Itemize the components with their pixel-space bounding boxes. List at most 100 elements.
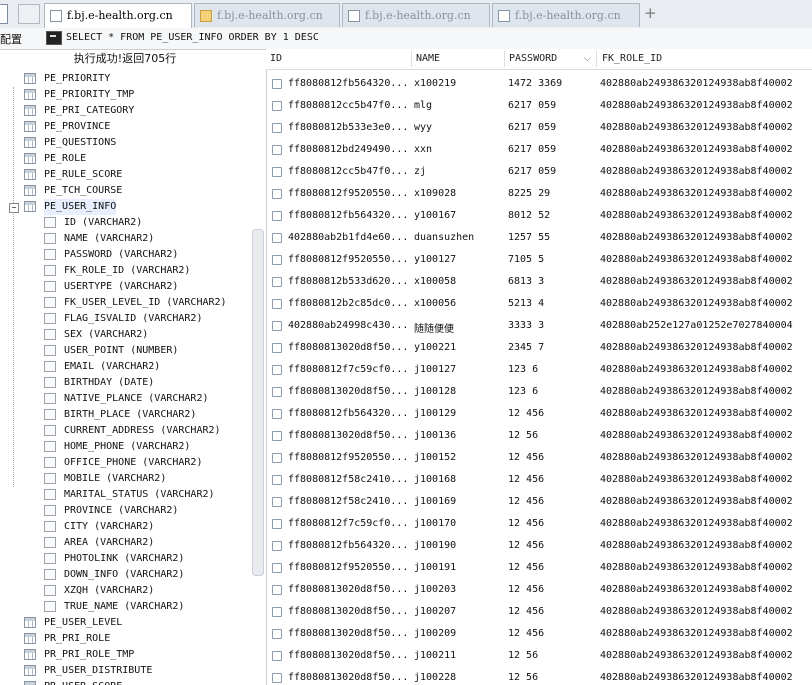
cell-password[interactable]: 123 6	[508, 364, 596, 375]
cell-id[interactable]: ff8080812fb564320...	[288, 210, 413, 221]
cell-id[interactable]: ff8080812cc5b47f0...	[288, 100, 413, 111]
column-header-fk-role-id[interactable]: FK_ROLE_ID	[602, 53, 662, 64]
cell-fk-role-id[interactable]: 402880ab249386320124938ab8f40002	[600, 386, 812, 397]
cell-id[interactable]: ff8080812fb564320...	[288, 540, 413, 551]
cell-name[interactable]: j100128	[414, 386, 504, 397]
row-checkbox[interactable]	[272, 585, 282, 595]
cell-name[interactable]: j100203	[414, 584, 504, 595]
cell-id[interactable]: ff8080812b2c85dc0...	[288, 298, 413, 309]
tab-list-button[interactable]	[18, 4, 40, 24]
cell-fk-role-id[interactable]: 402880ab249386320124938ab8f40002	[600, 518, 812, 529]
cell-id[interactable]: ff8080812f58c2410...	[288, 496, 413, 507]
cell-password[interactable]: 6217 059	[508, 166, 596, 177]
cell-fk-role-id[interactable]: 402880ab249386320124938ab8f40002	[600, 628, 812, 639]
cell-id[interactable]: ff8080812fb564320...	[288, 408, 413, 419]
cell-id[interactable]: ff8080812cc5b47f0...	[288, 166, 413, 177]
row-checkbox[interactable]	[272, 651, 282, 661]
cell-password[interactable]: 12 456	[508, 584, 596, 595]
table-row[interactable]: ff8080812f9520550... y100127 7105 5 402880a…	[266, 249, 812, 271]
cell-password[interactable]: 12 456	[508, 496, 596, 507]
cell-password[interactable]: 12 456	[508, 628, 596, 639]
cell-id[interactable]: 402880ab2b1fd4e60...	[288, 232, 413, 243]
row-checkbox[interactable]	[272, 211, 282, 221]
cell-fk-role-id[interactable]: 402880ab249386320124938ab8f40002	[600, 364, 812, 375]
cell-id[interactable]: ff8080812f7c59cf0...	[288, 518, 413, 529]
cell-fk-role-id[interactable]: 402880ab252e127a01252e7027840004	[600, 320, 812, 331]
table-row[interactable]: ff8080812fb564320... y100167 8012 52 402880…	[266, 205, 812, 227]
cell-id[interactable]: ff8080812f9520550...	[288, 562, 413, 573]
config-menu[interactable]: 配置	[0, 31, 22, 47]
row-checkbox[interactable]	[272, 541, 282, 551]
table-row[interactable]: ff8080813020d8f50... j100209 12 456 402880a…	[266, 623, 812, 645]
row-checkbox[interactable]	[272, 387, 282, 397]
cell-name[interactable]: y100167	[414, 210, 504, 221]
cell-fk-role-id[interactable]: 402880ab249386320124938ab8f40002	[600, 276, 812, 287]
cell-id[interactable]: ff8080812f9520550...	[288, 188, 413, 199]
cell-fk-role-id[interactable]: 402880ab249386320124938ab8f40002	[600, 408, 812, 419]
cell-password[interactable]: 5213 4	[508, 298, 596, 309]
cell-name[interactable]: j100209	[414, 628, 504, 639]
cell-fk-role-id[interactable]: 402880ab249386320124938ab8f40002	[600, 144, 812, 155]
cell-password[interactable]: 12 456	[508, 518, 596, 529]
cell-fk-role-id[interactable]: 402880ab249386320124938ab8f40002	[600, 166, 812, 177]
cell-name[interactable]: j100190	[414, 540, 504, 551]
cell-name[interactable]: xxn	[414, 144, 504, 155]
table-row[interactable]: ff8080812cc5b47f0... zj 6217 059 402880ab24…	[266, 161, 812, 183]
table-row[interactable]: ff8080812f9520550... x109028 8225 29 402880…	[266, 183, 812, 205]
tab-2[interactable]: f.bj.e-health.org.cn	[194, 3, 340, 27]
table-row[interactable]: ff8080813020d8f50... j100211 12 56 402880ab…	[266, 645, 812, 667]
cell-fk-role-id[interactable]: 402880ab249386320124938ab8f40002	[600, 672, 812, 683]
cell-password[interactable]: 12 456	[508, 474, 596, 485]
tab-1[interactable]: f.bj.e-health.org.cn	[44, 3, 192, 29]
cell-password[interactable]: 12 456	[508, 606, 596, 617]
row-checkbox[interactable]	[272, 123, 282, 133]
cell-id[interactable]: 402880ab24998c430...	[288, 320, 413, 331]
table-row[interactable]: ff8080813020d8f50... j100128 123 6 402880ab…	[266, 381, 812, 403]
column-header-id[interactable]: ID	[270, 53, 282, 64]
cell-password[interactable]: 1257 55	[508, 232, 596, 243]
row-checkbox[interactable]	[272, 277, 282, 287]
table-row[interactable]: ff8080812b2c85dc0... x100056 5213 4 402880a…	[266, 293, 812, 315]
table-row[interactable]: 402880ab2b1fd4e60... duansuzhen 1257 55 402…	[266, 227, 812, 249]
row-checkbox[interactable]	[272, 453, 282, 463]
cell-name[interactable]: j100127	[414, 364, 504, 375]
new-tab-button[interactable]: +	[644, 4, 657, 22]
cell-fk-role-id[interactable]: 402880ab249386320124938ab8f40002	[600, 584, 812, 595]
cell-name[interactable]: x100058	[414, 276, 504, 287]
cell-name[interactable]: duansuzhen	[414, 232, 504, 243]
column-separator[interactable]	[504, 51, 505, 67]
cell-id[interactable]: ff8080812f58c2410...	[288, 474, 413, 485]
row-checkbox[interactable]	[272, 497, 282, 507]
table-row[interactable]: ff8080812f58c2410... j100169 12 456 402880a…	[266, 491, 812, 513]
cell-fk-role-id[interactable]: 402880ab249386320124938ab8f40002	[600, 122, 812, 133]
cell-id[interactable]: ff8080813020d8f50...	[288, 606, 413, 617]
cell-password[interactable]: 12 56	[508, 650, 596, 661]
cell-name[interactable]: wyy	[414, 122, 504, 133]
row-checkbox[interactable]	[272, 101, 282, 111]
cell-password[interactable]: 2345 7	[508, 342, 596, 353]
cell-name[interactable]: x100219	[414, 78, 504, 89]
window-menu-button[interactable]	[0, 4, 8, 24]
cell-id[interactable]: ff8080812b533d620...	[288, 276, 413, 287]
cell-name[interactable]: j100228	[414, 672, 504, 683]
table-row[interactable]: ff8080813020d8f50... j100203 12 456 402880a…	[266, 579, 812, 601]
table-row[interactable]: ff8080813020d8f50... j100136 12 56 402880ab…	[266, 425, 812, 447]
row-checkbox[interactable]	[272, 607, 282, 617]
table-row[interactable]: ff8080812bd249490... xxn 6217 059 402880ab2…	[266, 139, 812, 161]
column-separator[interactable]	[411, 51, 412, 67]
cell-password[interactable]: 6217 059	[508, 100, 596, 111]
sort-chevron-icon[interactable]: ⌵	[584, 54, 591, 64]
cell-name[interactable]: 随随便便	[414, 320, 504, 335]
cell-password[interactable]: 12 56	[508, 430, 596, 441]
cell-password[interactable]: 6813 3	[508, 276, 596, 287]
table-row[interactable]: ff8080812fb564320... x100219 1472 3369 4028…	[266, 73, 812, 95]
cell-fk-role-id[interactable]: 402880ab249386320124938ab8f40002	[600, 562, 812, 573]
cell-fk-role-id[interactable]: 402880ab249386320124938ab8f40002	[600, 342, 812, 353]
cell-password[interactable]: 12 456	[508, 452, 596, 463]
row-checkbox[interactable]	[272, 321, 282, 331]
cell-id[interactable]: ff8080812b533e3e0...	[288, 122, 413, 133]
cell-fk-role-id[interactable]: 402880ab249386320124938ab8f40002	[600, 100, 812, 111]
cell-fk-role-id[interactable]: 402880ab249386320124938ab8f40002	[600, 496, 812, 507]
cell-fk-role-id[interactable]: 402880ab249386320124938ab8f40002	[600, 78, 812, 89]
table-row[interactable]: ff8080812b533e3e0... wyy 6217 059 402880ab2…	[266, 117, 812, 139]
